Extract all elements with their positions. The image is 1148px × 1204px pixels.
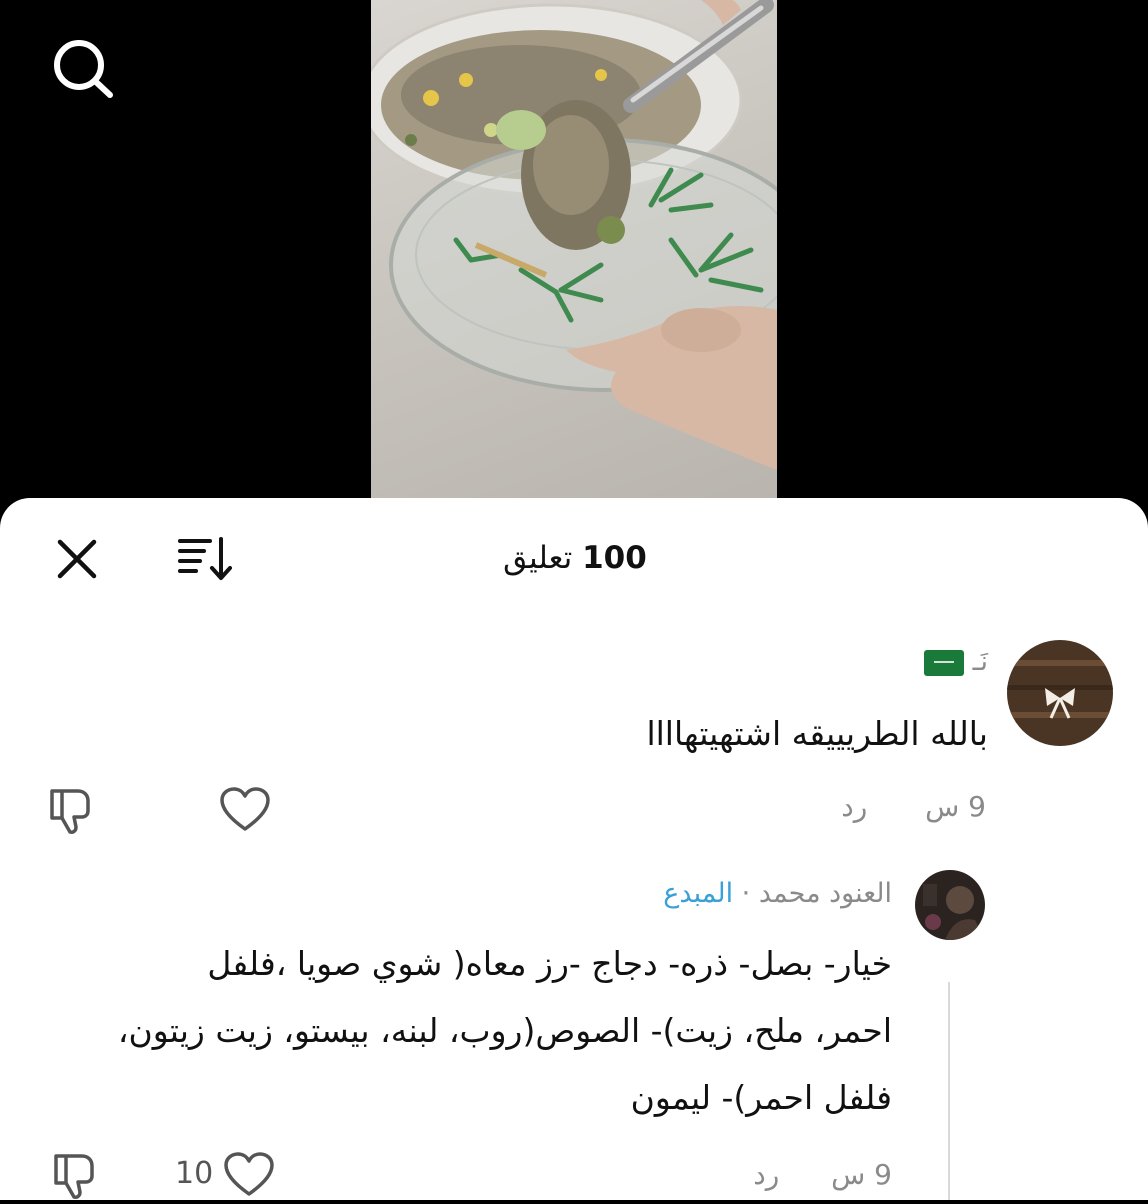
comment-2-author-name: العنود محمد: [758, 878, 892, 909]
comment-2-line-2: احمر، ملح، زيت)- الصوص(روب، لبنه، بيستو،…: [117, 1011, 892, 1050]
comment-1-author-name: نَـ: [972, 646, 988, 677]
heart-icon: [220, 787, 270, 831]
comment-1-author[interactable]: نَـ: [700, 646, 988, 677]
comment-2-text: خيار- بصل- ذره- دجاج -رز معاه( شوي صويا …: [40, 930, 892, 1131]
comment-1-time: 9 س: [925, 790, 986, 823]
sort-button[interactable]: [176, 533, 238, 585]
comment-2-reply[interactable]: رد: [753, 1158, 779, 1191]
comments-label: تعليق: [503, 540, 573, 576]
creator-badge: المبدع: [663, 878, 734, 909]
comments-count: 100: [582, 540, 647, 576]
comment-2-dislike-button[interactable]: [48, 1150, 102, 1200]
video-thumbnail: [371, 0, 777, 470]
comment-2-author[interactable]: العنود محمد · المبدع: [560, 878, 892, 909]
comment-2-separator: ·: [741, 878, 751, 909]
avatar-comment-1[interactable]: [1007, 640, 1113, 746]
heart-icon: [224, 1152, 274, 1196]
video-frame[interactable]: [371, 0, 777, 500]
avatar-image: [915, 870, 985, 940]
avatar-comment-2[interactable]: [915, 870, 985, 940]
thumbs-down-icon: [50, 789, 90, 834]
thumbs-down-icon: [54, 1154, 94, 1199]
comment-1-text: بالله الطريييقه اشتهيتهاااا: [646, 714, 988, 753]
sort-icon: [178, 537, 232, 580]
comment-2-time: 9 س: [831, 1158, 892, 1191]
comment-2-like-button[interactable]: [222, 1150, 276, 1200]
comment-2-line-3: فلفل احمر)- ليمون: [630, 1078, 892, 1117]
avatar-image: [1007, 640, 1113, 746]
comment-2-line-1: خيار- بصل- ذره- دجاج -رز معاه( شوي صويا …: [207, 944, 892, 983]
close-button[interactable]: [52, 534, 102, 584]
search-icon: [54, 40, 113, 98]
comment-1-meta: 9 س رد: [840, 790, 986, 823]
comment-1-dislike-button[interactable]: [44, 785, 98, 837]
video-area: [0, 0, 1148, 520]
comments-count-title: 100 تعليق: [460, 540, 690, 576]
comment-1-like-button[interactable]: [218, 785, 272, 835]
saudi-flag-icon: [923, 649, 964, 676]
thread-line: [948, 982, 950, 1200]
comment-1-reply[interactable]: رد: [841, 790, 867, 823]
search-button[interactable]: [50, 38, 116, 98]
comment-2-like-count: 10: [175, 1156, 214, 1191]
close-icon: [57, 539, 97, 579]
comment-2-meta: 9 س رد: [750, 1158, 892, 1191]
